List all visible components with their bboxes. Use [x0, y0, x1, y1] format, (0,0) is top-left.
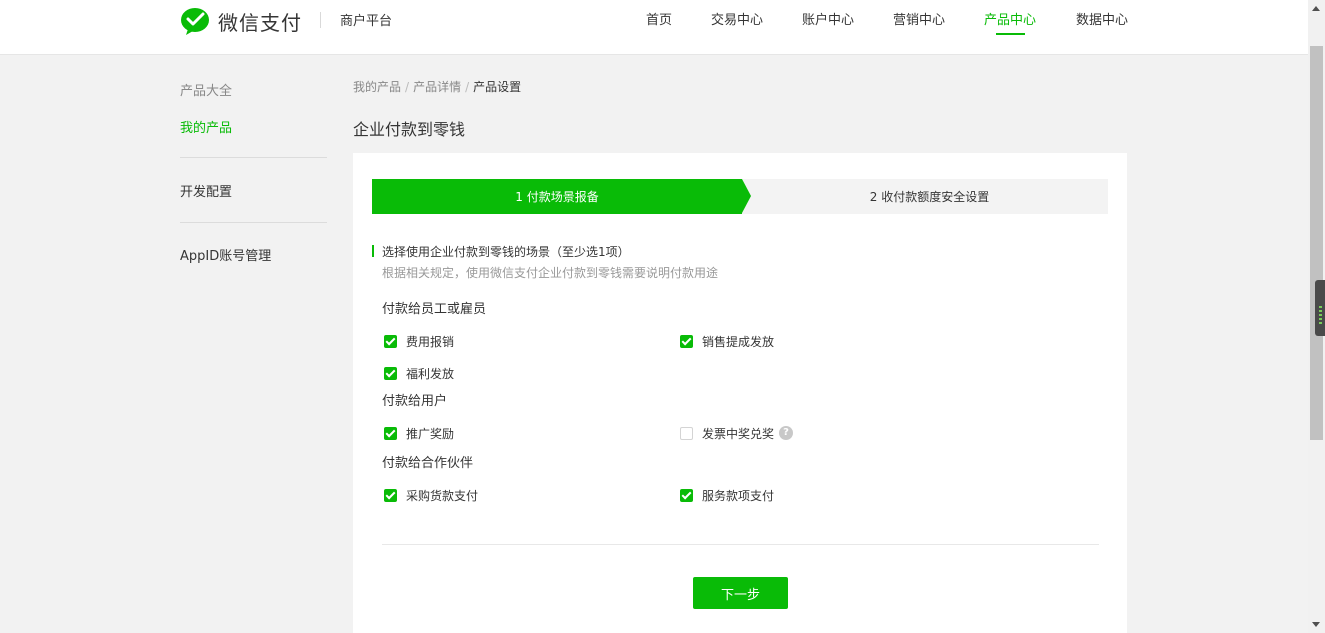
- sidebar-title: 产品大全: [180, 84, 233, 99]
- section-title: 选择使用企业付款到零钱的场景（至少选1项）: [382, 245, 630, 259]
- nav-active-indicator: [996, 33, 1025, 35]
- nav-item-data[interactable]: 数据中心: [1076, 9, 1128, 28]
- sidebar-item-appid[interactable]: AppID账号管理: [180, 245, 271, 264]
- card-divider: [382, 544, 1099, 545]
- widget-bar: [1319, 314, 1322, 316]
- nav-item-marketing[interactable]: 营销中心: [893, 9, 945, 28]
- nav-item-home[interactable]: 首页: [646, 9, 672, 28]
- breadcrumb-current: 产品设置: [473, 80, 522, 94]
- step-indicator: 1 付款场景报备 2 收付款额度安全设置: [372, 179, 1108, 214]
- option-label: 发票中奖兑奖: [702, 426, 775, 441]
- settings-card: 1 付款场景报备 2 收付款额度安全设置 选择使用企业付款到零钱的场景（至少选1…: [353, 153, 1127, 633]
- checkbox-unchecked-icon[interactable]: [680, 426, 693, 440]
- platform-name: 商户平台: [340, 14, 393, 29]
- nav-item-product[interactable]: 产品中心: [984, 9, 1036, 28]
- section-description: 根据相关规定，使用微信支付企业付款到零钱需要说明付款用途: [382, 266, 719, 280]
- header-divider: [320, 12, 321, 28]
- breadcrumb-separator: /: [465, 80, 470, 94]
- wechat-pay-logo[interactable]: 微信支付: [180, 6, 302, 36]
- top-header: 微信支付 商户平台 首页 交易中心 账户中心 营销中心 产品中心 数据中心: [0, 0, 1308, 55]
- step-arrow: [742, 179, 751, 214]
- option-label: 销售提成发放: [702, 334, 775, 349]
- option-sales-commission[interactable]: 销售提成发放: [680, 333, 774, 349]
- widget-bar: [1319, 322, 1322, 324]
- option-label: 费用报销: [406, 334, 455, 349]
- breadcrumb-item[interactable]: 我的产品: [353, 80, 401, 94]
- sidebar-divider: [180, 222, 327, 223]
- scroll-thumb[interactable]: [1310, 46, 1323, 440]
- checkbox-checked-icon[interactable]: [680, 334, 693, 348]
- sidebar-item-my-products[interactable]: 我的产品: [180, 117, 232, 136]
- checkbox-checked-icon[interactable]: [384, 366, 397, 380]
- breadcrumb-separator: /: [405, 80, 410, 94]
- nav-item-trade[interactable]: 交易中心: [711, 9, 763, 28]
- checkbox-checked-icon[interactable]: [384, 426, 397, 440]
- option-label: 服务款项支付: [702, 488, 775, 503]
- option-promotion-reward[interactable]: 推广奖励: [384, 425, 454, 441]
- breadcrumb: 我的产品 / 产品详情 / 产品设置: [353, 78, 521, 95]
- option-welfare[interactable]: 福利发放: [384, 365, 454, 381]
- brand-name: 微信支付: [218, 10, 302, 35]
- nav-item-account[interactable]: 账户中心: [802, 9, 854, 28]
- option-label: 采购货款支付: [406, 488, 479, 503]
- step-1: 1 付款场景报备: [372, 179, 742, 214]
- widget-bar: [1319, 318, 1322, 320]
- scroll-down-icon[interactable]: [1312, 622, 1320, 627]
- option-invoice-prize[interactable]: 发票中奖兑奖 ?: [680, 425, 794, 441]
- side-widget-handle[interactable]: [1315, 280, 1325, 336]
- checkbox-checked-icon[interactable]: [384, 334, 397, 348]
- option-service-payment[interactable]: 服务款项支付: [680, 487, 774, 503]
- sidebar-item-dev-config[interactable]: 开发配置: [180, 181, 232, 200]
- breadcrumb-item[interactable]: 产品详情: [413, 80, 461, 94]
- checkbox-checked-icon[interactable]: [680, 488, 693, 502]
- step-1-label: 1 付款场景报备: [515, 190, 599, 204]
- scroll-up-icon[interactable]: [1312, 6, 1320, 11]
- wechat-pay-logo-icon: [180, 7, 212, 35]
- option-label: 福利发放: [406, 366, 455, 381]
- group-title-partners: 付款给合作伙伴: [382, 456, 474, 471]
- sidebar-divider: [180, 157, 327, 158]
- widget-bar: [1319, 306, 1322, 308]
- widget-bar: [1319, 310, 1322, 312]
- group-title-employees: 付款给员工或雇员: [382, 302, 487, 317]
- step-2: 2 收付款额度安全设置: [751, 179, 1108, 214]
- option-purchase-payment[interactable]: 采购货款支付: [384, 487, 478, 503]
- option-expense-reimbursement[interactable]: 费用报销: [384, 333, 454, 349]
- group-title-users: 付款给用户: [382, 394, 448, 409]
- option-label: 推广奖励: [406, 426, 455, 441]
- page-title: 企业付款到零钱: [353, 120, 466, 139]
- checkbox-checked-icon[interactable]: [384, 488, 397, 502]
- next-step-button[interactable]: 下一步: [693, 577, 788, 609]
- section-marker: [372, 245, 374, 257]
- question-circle-icon[interactable]: ?: [779, 426, 794, 440]
- step-2-label: 2 收付款额度安全设置: [869, 190, 990, 204]
